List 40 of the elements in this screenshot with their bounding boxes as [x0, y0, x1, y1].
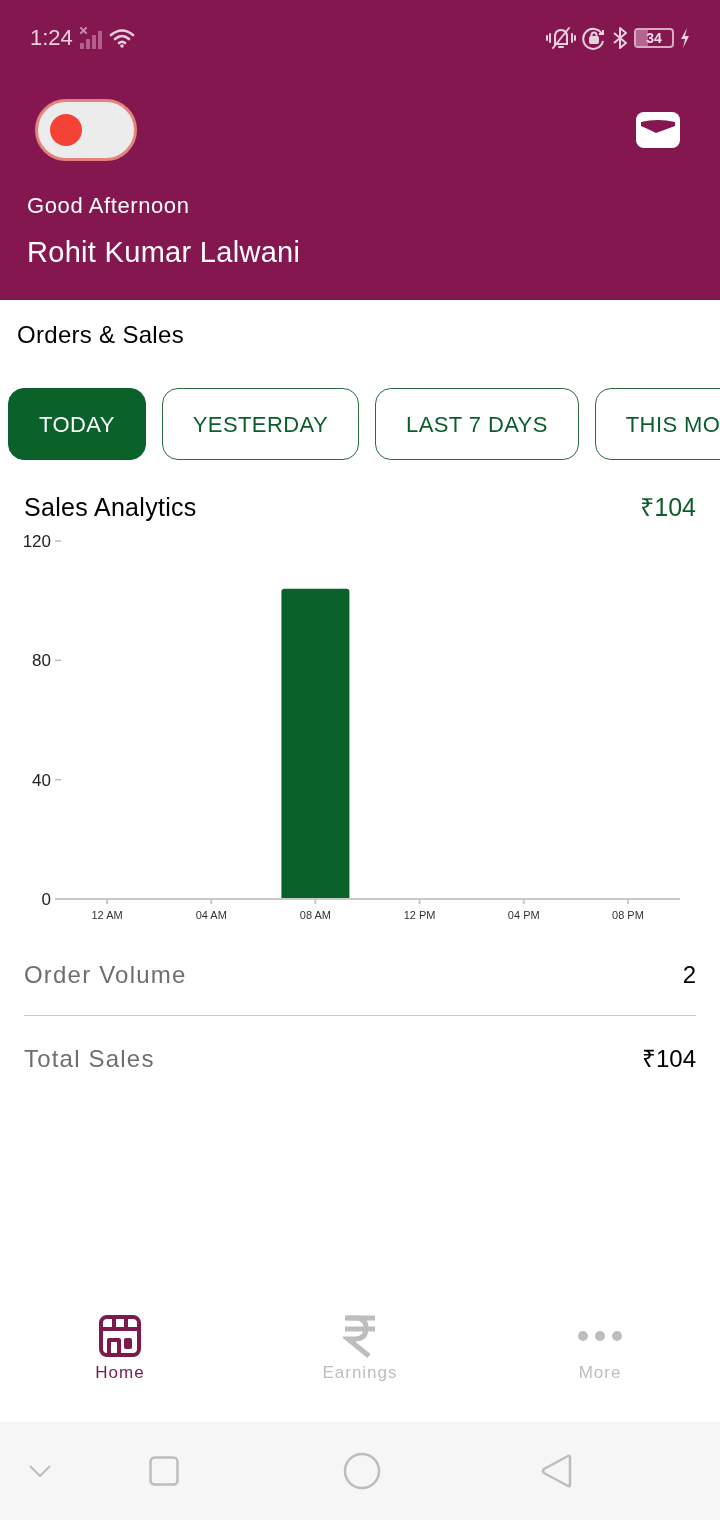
chart-title: Sales Analytics — [24, 492, 197, 523]
chevron-down-icon[interactable] — [28, 1464, 52, 1478]
wallet-icon[interactable] — [636, 112, 680, 148]
x-axis-label: 08 PM — [612, 909, 644, 921]
period-tab[interactable]: THIS MO — [594, 388, 720, 460]
nav-tab[interactable]: Home — [0, 1290, 240, 1422]
summary-label: Order Volume — [24, 959, 187, 990]
x-axis-label: 04 AM — [195, 909, 227, 921]
y-axis-label: 80 — [32, 651, 51, 671]
status-time: 1:24 — [30, 24, 73, 52]
vibrate-mute-icon — [546, 26, 576, 50]
wifi-icon — [108, 28, 135, 48]
period-tab[interactable]: YESTERDAY — [161, 388, 359, 460]
recent-apps-icon[interactable] — [149, 1456, 179, 1486]
section-title: Orders & Sales — [16, 320, 185, 350]
summary-label: Total Sales — [24, 1044, 155, 1074]
bluetooth-icon — [612, 26, 628, 50]
battery-level: 34 — [646, 30, 662, 46]
period-tab[interactable]: LAST 7 DAYS — [375, 388, 579, 460]
summary-value: 2 — [682, 959, 696, 990]
x-axis-label: 04 PM — [507, 909, 540, 921]
period-tab[interactable]: TODAY — [8, 388, 146, 460]
home-circle-icon[interactable] — [343, 1452, 381, 1490]
signal-icon — [78, 27, 103, 49]
y-axis-label: 0 — [41, 890, 51, 909]
summary-value: ₹104 — [641, 1044, 696, 1074]
greeting-text: Good Afternoon — [26, 192, 191, 220]
user-name: Rohit Kumar Lalwani — [26, 235, 302, 270]
x-axis-label: 12 AM — [91, 909, 123, 921]
storefront-icon — [98, 1314, 142, 1358]
y-axis-label: 40 — [32, 770, 51, 790]
x-axis-label: 12 PM — [403, 909, 436, 921]
rupee-icon — [343, 1314, 377, 1358]
x-axis-label: 08 AM — [299, 909, 331, 921]
back-icon[interactable] — [540, 1453, 572, 1489]
sales-total: ₹104 — [640, 492, 696, 523]
rotation-lock-icon — [582, 26, 606, 50]
charging-icon — [680, 28, 690, 48]
more-dots-icon — [577, 1330, 623, 1342]
y-axis-label: 120 — [22, 532, 51, 551]
